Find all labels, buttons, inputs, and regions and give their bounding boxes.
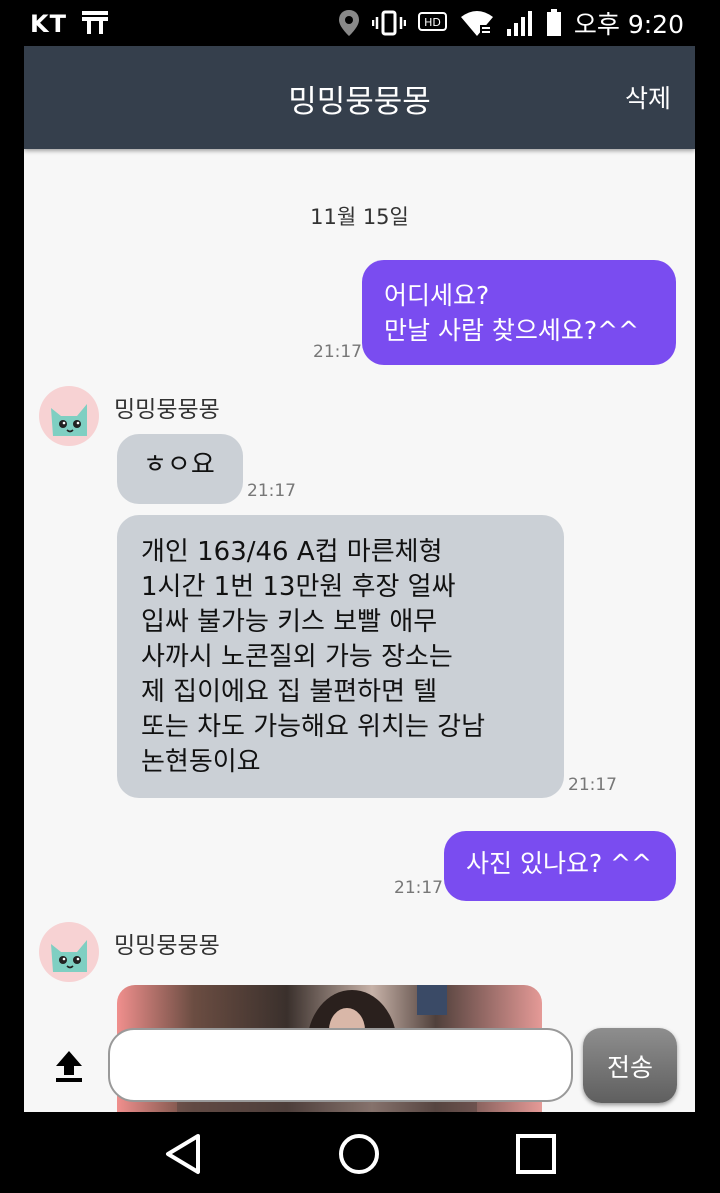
sender-name: 밍밍뭉뭉몽 bbox=[114, 933, 220, 959]
carrier-label: KT bbox=[30, 9, 110, 38]
svg-text:HD: HD bbox=[424, 16, 441, 29]
vibrate-icon bbox=[371, 10, 406, 36]
message-line: 1시간 1번 13만원 후장 얼싸 bbox=[141, 572, 456, 602]
message-time: 21:17 bbox=[313, 342, 362, 362]
system-nav-bar bbox=[0, 1112, 720, 1193]
message-input[interactable] bbox=[108, 1028, 573, 1102]
outgoing-message[interactable]: 어디세요? 만날 사람 찾으세요?^^ bbox=[362, 260, 676, 365]
avatar[interactable] bbox=[39, 922, 99, 982]
date-divider: 11월 15일 bbox=[310, 205, 409, 229]
upload-icon[interactable] bbox=[52, 1048, 86, 1082]
cat-avatar-icon bbox=[51, 404, 87, 436]
wifi-icon bbox=[460, 11, 493, 36]
message-time: 21:17 bbox=[394, 878, 443, 898]
message-time: 21:17 bbox=[568, 775, 617, 795]
message-line: 논현동이요 bbox=[141, 747, 261, 777]
message-line: 개인 163/46 A컵 마른체형 bbox=[141, 537, 443, 567]
location-icon bbox=[338, 10, 359, 36]
back-icon[interactable] bbox=[160, 1130, 208, 1178]
delete-button[interactable]: 삭제 bbox=[625, 79, 671, 115]
message-line: 또는 차도 가능해요 위치는 강남 bbox=[141, 712, 486, 742]
cat-avatar-icon bbox=[51, 940, 87, 972]
outgoing-message[interactable]: 사진 있나요? ^^ bbox=[444, 831, 676, 901]
sender-name: 밍밍뭉뭉몽 bbox=[114, 397, 220, 423]
kt-logo-icon bbox=[82, 11, 109, 34]
incoming-message[interactable]: 개인 163/46 A컵 마른체형 1시간 1번 13만원 후장 얼싸 입싸 불… bbox=[117, 515, 564, 798]
chat-screen: 밍밍뭉뭉몽 삭제 11월 15일 어디세요? 만날 사람 찾으세요?^^ 21:… bbox=[24, 46, 695, 1112]
status-icons: HD 오후 9:20 bbox=[338, 6, 684, 40]
message-line: 만날 사람 찾으세요?^^ bbox=[384, 316, 640, 345]
page-title: 밍밍뭉뭉몽 bbox=[288, 84, 431, 120]
avatar[interactable] bbox=[39, 386, 99, 446]
recents-icon[interactable] bbox=[512, 1130, 560, 1178]
message-line: 사까시 노콘질외 가능 장소는 bbox=[141, 642, 453, 672]
hd-icon: HD bbox=[417, 12, 447, 31]
carrier-name: KT bbox=[30, 10, 67, 38]
chat-header: 밍밍뭉뭉몽 삭제 bbox=[24, 46, 695, 149]
incoming-message[interactable]: ㅎㅇ요 bbox=[117, 434, 243, 504]
message-time: 21:17 bbox=[247, 481, 296, 501]
battery-icon bbox=[546, 9, 561, 36]
signal-icon bbox=[506, 11, 532, 36]
send-button[interactable]: 전송 bbox=[583, 1028, 677, 1103]
home-icon[interactable] bbox=[335, 1130, 383, 1178]
clock: 오후 9:20 bbox=[573, 10, 684, 39]
message-line: 제 집이에요 집 불편하면 텔 bbox=[141, 677, 438, 707]
message-line: 입싸 불가능 키스 보빨 애무 bbox=[141, 607, 438, 637]
status-bar: KT HD 오후 9:20 bbox=[0, 0, 720, 46]
message-line: 어디세요? bbox=[384, 281, 490, 310]
message-composer: 전송 bbox=[24, 1014, 695, 1112]
